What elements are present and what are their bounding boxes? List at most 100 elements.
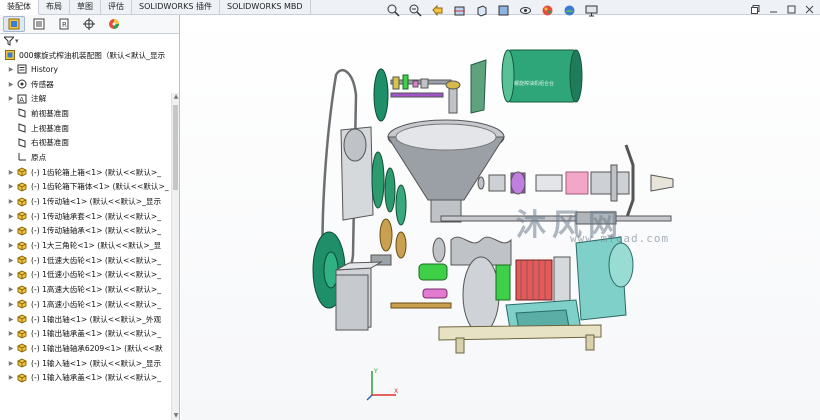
tree-component-row[interactable]: ▶ (-) 1高速大齿轮<1> (默认<<默认>_ [0, 282, 179, 297]
tree-item-history[interactable]: ▶ History [0, 62, 179, 77]
graphics-area[interactable]: 螺旋榨油机组合台 沐风网 www.mfcad.com Y X [181, 15, 820, 420]
expand-arrow-icon[interactable]: ▶ [7, 169, 15, 176]
tree-component-label: (-) 1传动轴轴承<1> (默认<<默认>_ [31, 226, 162, 236]
part-icon [17, 241, 27, 251]
previous-view-button[interactable] [429, 3, 446, 18]
close-button[interactable] [802, 3, 816, 15]
tree-component-row[interactable]: ▶ (-) 1齿轮箱上箱<1> (默认<<默认>_ [0, 165, 179, 180]
expand-arrow-icon[interactable]: ▶ [7, 81, 15, 88]
scroll-down-icon[interactable]: ▼ [172, 412, 179, 420]
expand-arrow-icon[interactable]: ▶ [7, 360, 15, 367]
tree-component-row[interactable]: ▶ (-) 1大三角轮<1> (默认<<默认>_显 [0, 238, 179, 253]
scrollbar-thumb[interactable] [173, 105, 178, 190]
triad-y-label: Y [373, 368, 378, 375]
expand-arrow-icon[interactable]: ▶ [7, 257, 15, 264]
expand-arrow-icon[interactable]: ▶ [7, 301, 15, 308]
tree-item-label: 原点 [31, 152, 47, 162]
monitor-button[interactable] [583, 3, 600, 18]
maximize-button[interactable] [784, 3, 798, 15]
expand-arrow-icon[interactable]: ▶ [7, 316, 15, 323]
tree-item-plane[interactable]: 上视基准面 [0, 121, 179, 136]
zoom-area-button[interactable] [407, 3, 424, 18]
tab-sketch[interactable]: 草图 [70, 0, 101, 15]
expand-arrow-icon[interactable]: ▶ [7, 66, 15, 73]
tree-item-annotation[interactable]: ▶ A 注解 [0, 91, 179, 106]
zoom-to-fit-button[interactable] [385, 3, 402, 18]
part-icon [17, 358, 27, 368]
appearance-button[interactable] [539, 3, 556, 18]
monitor-icon [585, 5, 598, 17]
expand-arrow-icon[interactable]: ▶ [7, 286, 15, 293]
tree-filter[interactable]: ▾ [0, 34, 179, 48]
tree-component-row[interactable]: ▶ (-) 1传动轴轴承<1> (默认<<默认>_ [0, 224, 179, 239]
brass-shaft [390, 302, 452, 309]
configuration-manager-icon: R [59, 18, 69, 30]
tree-component-row[interactable]: ▶ (-) 1输出轴<1> (默认<<默认>_外观 [0, 312, 179, 327]
expand-arrow-icon[interactable]: ▶ [7, 242, 15, 249]
expand-arrow-icon[interactable]: ▶ [7, 374, 15, 381]
display-style-icon [498, 5, 509, 16]
assembly-icon [5, 50, 15, 60]
tab-layout[interactable]: 布局 [39, 0, 70, 15]
tab-solidworks-addins[interactable]: SOLIDWORKS 插件 [132, 0, 220, 15]
configuration-manager-tab[interactable]: R [53, 16, 75, 32]
tab-solidworks-mbd[interactable]: SOLIDWORKS MBD [220, 0, 311, 15]
expand-arrow-icon[interactable]: ▶ [7, 213, 15, 220]
display-style-button[interactable] [495, 3, 512, 18]
triad-x-label: X [394, 388, 398, 395]
tree-component-row[interactable]: ▶ (-) 1高速小齿轮<1> (默认<<默认>_ [0, 297, 179, 312]
expand-arrow-icon[interactable]: ▶ [7, 95, 15, 102]
tree-component-row[interactable]: ▶ (-) 1齿轮箱下箱体<1> (默认<<默认>_ [0, 180, 179, 195]
view-orientation-button[interactable] [473, 3, 490, 18]
tree-component-row[interactable]: ▶ (-) 1输出轴轴承6209<1> (默认<<默 [0, 341, 179, 356]
minimize-button[interactable] [766, 3, 780, 15]
expand-arrow-icon[interactable]: ▶ [7, 271, 15, 278]
tree-component-label: (-) 1输出轴<1> (默认<<默认>_外观 [31, 314, 162, 324]
tree-item-origin[interactable]: 原点 [0, 150, 179, 165]
expand-arrow-icon[interactable]: ▶ [7, 183, 15, 190]
scroll-up-icon[interactable]: ▲ [172, 93, 179, 101]
expand-arrow-icon[interactable]: ▶ [7, 198, 15, 205]
svg-text:R: R [62, 21, 67, 29]
tree-item-plane[interactable]: 右视基准面 [0, 135, 179, 150]
tree-component-label: (-) 1传动轴<1> (默认<<默认>_显示 [31, 197, 162, 207]
motor-cylinder: 螺旋榨油机组合台 [501, 49, 583, 103]
tree-root-assembly[interactable]: 000螺旋式榨油机装配图（默认<默认_显示 [0, 48, 179, 62]
annotation-icon: A [17, 94, 27, 104]
display-manager-tab[interactable] [103, 16, 125, 32]
scene-button[interactable] [561, 3, 578, 18]
restore-button[interactable] [748, 3, 762, 15]
feature-manager-tab[interactable] [3, 16, 25, 32]
tree-item-sensor[interactable]: ▶ 传感器 [0, 77, 179, 92]
tree-component-row[interactable]: ▶ (-) 1输出轴承盖<1> (默认<<默认>_ [0, 326, 179, 341]
expand-arrow-icon[interactable]: ▶ [7, 345, 15, 352]
tree-component-label: (-) 1高速大齿轮<1> (默认<<默认>_ [31, 285, 162, 295]
tree-component-row[interactable]: ▶ (-) 1低速小齿轮<1> (默认<<默认>_ [0, 268, 179, 283]
tree-component-row[interactable]: ▶ (-) 1低速大齿轮<1> (默认<<默认>_ [0, 253, 179, 268]
expand-arrow-icon[interactable]: ▶ [7, 330, 15, 337]
filter-dropdown-arrow: ▾ [15, 37, 19, 45]
tree-component-row[interactable]: ▶ (-) 1传动轴承套<1> (默认<<默认>_ [0, 209, 179, 224]
tree-component-row[interactable]: ▶ (-) 1传动轴<1> (默认<<默认>_显示 [0, 194, 179, 209]
purple-key [390, 92, 444, 98]
section-view-button[interactable] [451, 3, 468, 18]
tree-component-label: (-) 1大三角轮<1> (默认<<默认>_显 [31, 241, 162, 251]
tree-scrollbar[interactable]: ▲ ▼ [171, 93, 179, 420]
feature-manager-icon [8, 18, 20, 30]
tree-component-label: (-) 1输出轴承盖<1> (默认<<默认>_ [31, 329, 162, 339]
tree-item-plane[interactable]: 前视基准面 [0, 106, 179, 121]
tab-assembly[interactable]: 装配体 [0, 0, 39, 15]
tree-component-row[interactable]: ▶ (-) 1输入轴承盖<1> (默认<<默认>_ [0, 370, 179, 385]
tab-evaluate[interactable]: 评估 [101, 0, 132, 15]
exploded-assembly-model[interactable]: 螺旋榨油机组合台 [181, 15, 820, 420]
panel-tab-strip: R [0, 15, 179, 34]
dimxpert-tab[interactable] [78, 16, 100, 32]
property-manager-tab[interactable] [28, 16, 50, 32]
hide-show-button[interactable] [517, 3, 534, 18]
tree-component-row[interactable]: ▶ (-) 1输入轴<1> (默认<<默认>_显示 [0, 356, 179, 371]
tree-component-label: (-) 1输入轴承盖<1> (默认<<默认>_ [31, 373, 162, 383]
part-icon [17, 270, 27, 280]
expand-arrow-icon[interactable]: ▶ [7, 227, 15, 234]
scene-icon [564, 5, 575, 16]
property-manager-icon [33, 18, 45, 30]
